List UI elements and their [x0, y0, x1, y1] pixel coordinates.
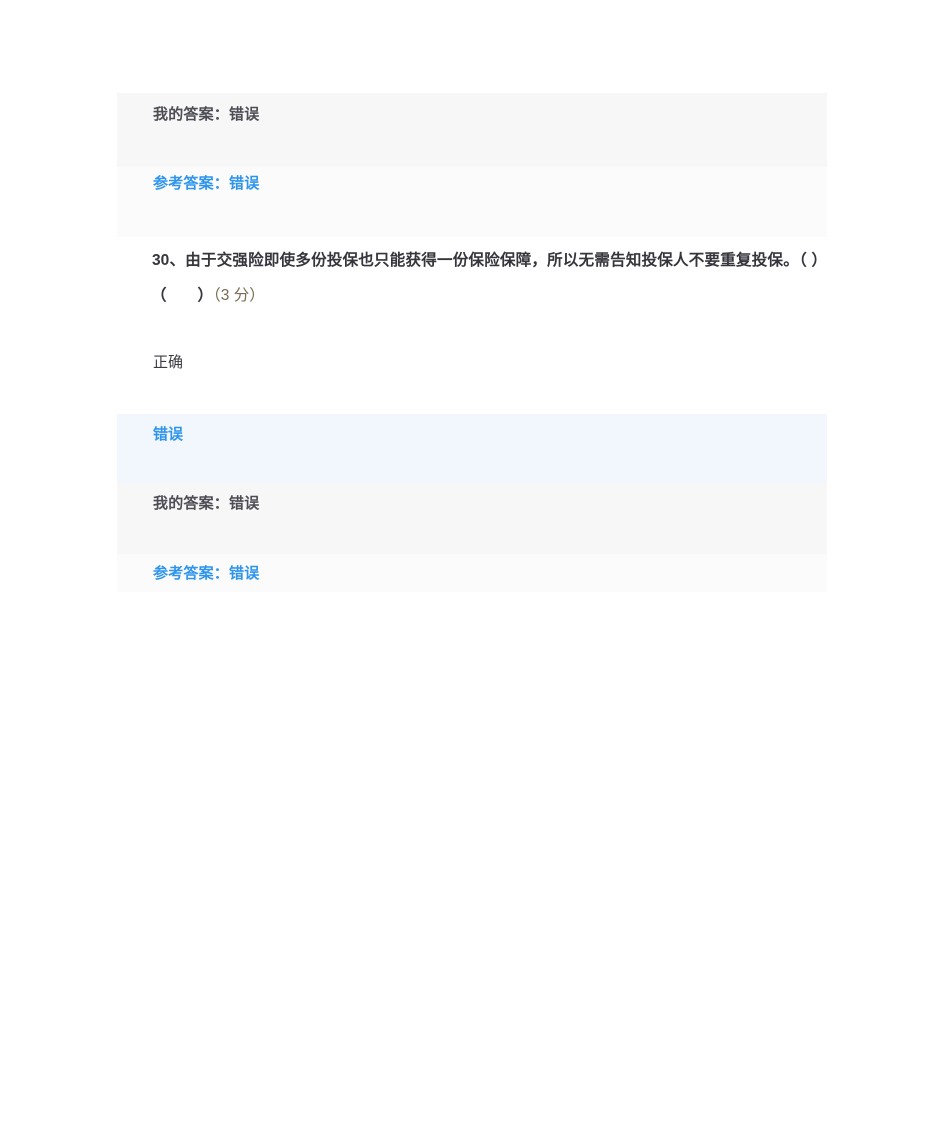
option-label-incorrect: 错误: [153, 426, 184, 443]
option-correct-inner: 正确: [117, 338, 827, 372]
question-blank-marker-2: （ ）: [151, 287, 214, 304]
option-row-incorrect[interactable]: 错误: [117, 414, 827, 483]
previous-my-answer-text: 我的答案：错误: [153, 106, 260, 123]
option-incorrect-inner: 错误: [117, 414, 827, 444]
question-stem: 30、由于交强险即使多份投保也只能获得一份保险保障，所以无需告知投保人不要重复投…: [117, 243, 827, 313]
current-reference-answer-text: 参考答案：错误: [153, 565, 260, 582]
question-body-text: 由于交强险即使多份投保也只能获得一份保险保障，所以无需告知投保人不要重复投保。: [185, 252, 799, 269]
previous-my-answer-row: 我的答案：错误: [117, 93, 827, 167]
question-score-label: （3 分）: [213, 287, 265, 304]
current-my-answer-inner: 我的答案：错误: [117, 483, 827, 513]
question-number: 30、: [152, 252, 186, 269]
previous-reference-answer-row: 参考答案：错误: [117, 167, 827, 237]
current-my-answer-text: 我的答案：错误: [153, 495, 260, 512]
exam-review-page: 我的答案：错误 参考答案：错误 30、由于交强险即使多份投保也只能获得一份保险保…: [0, 0, 945, 1123]
current-my-answer-row: 我的答案：错误: [117, 483, 827, 554]
previous-reference-answer-inner: 参考答案：错误: [117, 167, 827, 193]
previous-reference-answer-text: 参考答案：错误: [153, 175, 260, 192]
current-reference-answer-row: 参考答案：错误: [117, 554, 827, 592]
current-reference-answer-inner: 参考答案：错误: [117, 554, 827, 583]
option-label-correct: 正确: [153, 354, 184, 371]
question-blank-marker-1: （ ）: [798, 252, 827, 269]
previous-my-answer-inner: 我的答案：错误: [117, 93, 827, 124]
option-row-correct[interactable]: 正确: [117, 338, 827, 414]
